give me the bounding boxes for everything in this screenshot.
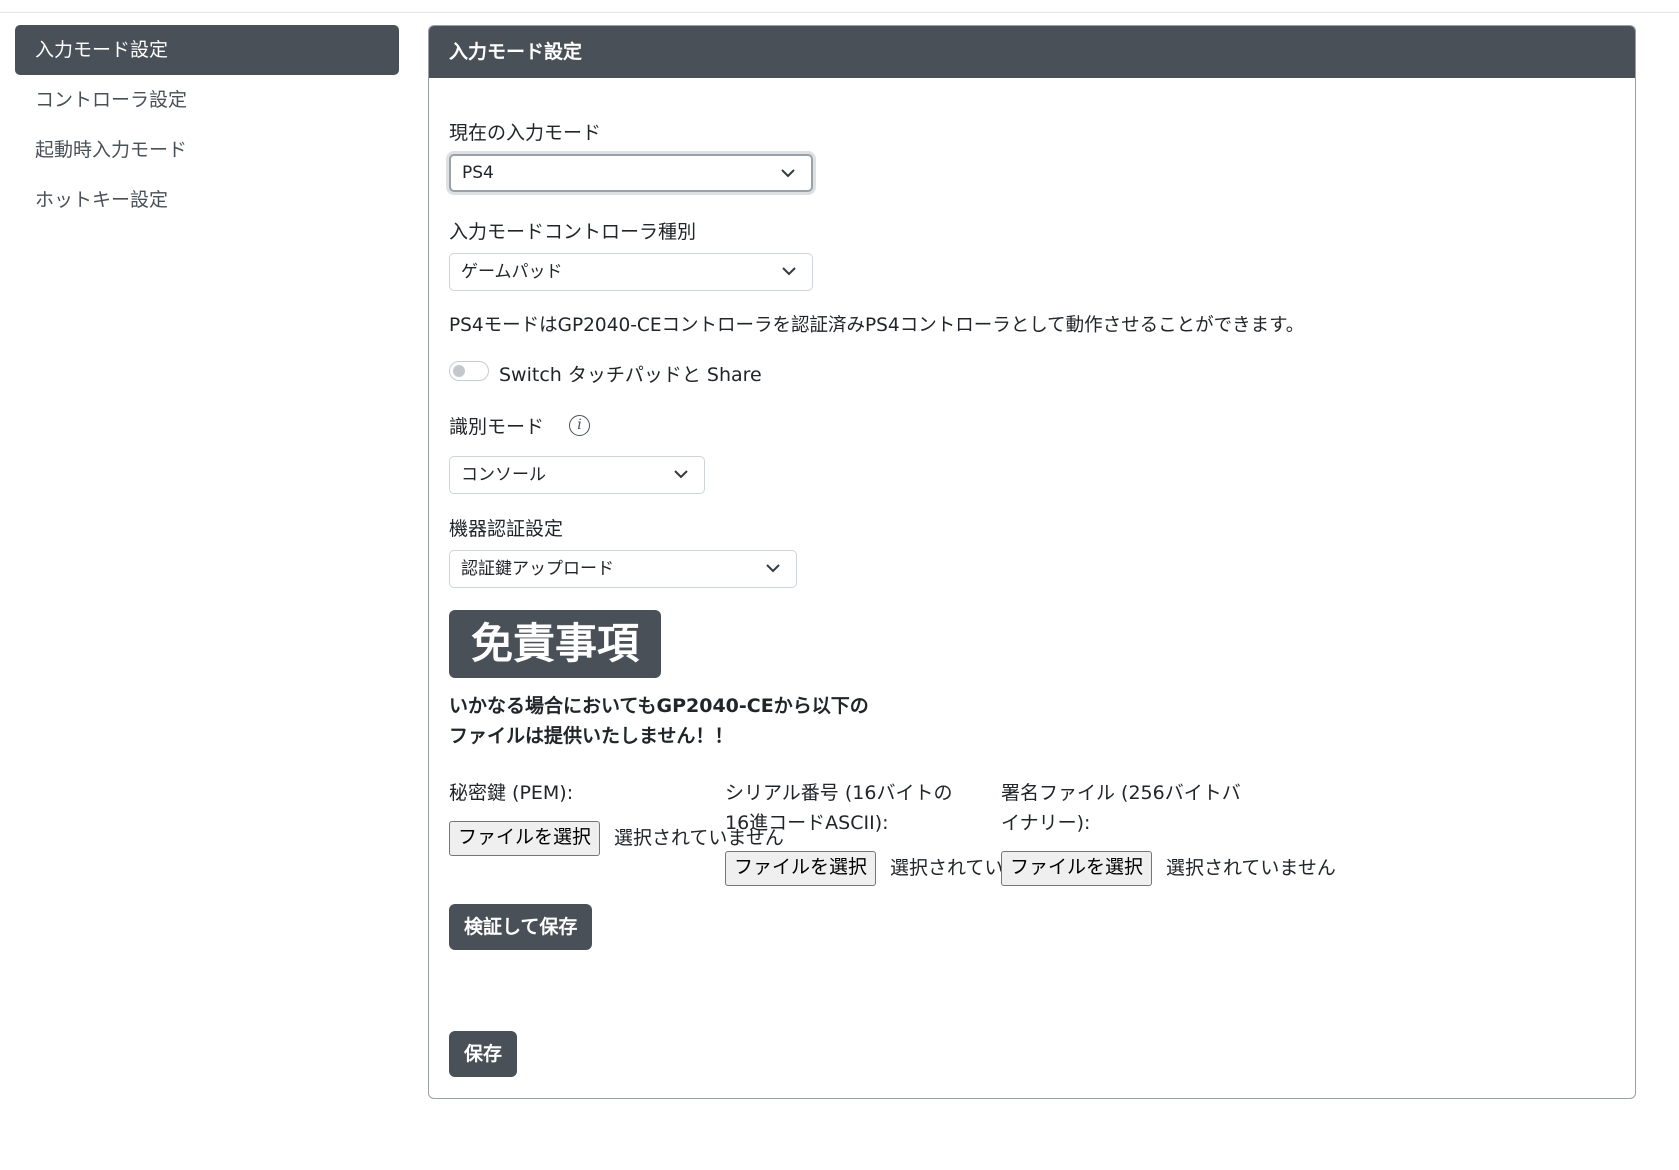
chevron-down-icon [782,267,796,276]
auth-select[interactable]: 認証鍵アップロード [449,550,797,588]
current-mode-value: PS4 [462,163,494,183]
switch-touchpad-label: Switch タッチパッドと Share [499,364,762,386]
signature-label-2: イナリー): [1001,812,1091,834]
chevron-down-icon [674,470,688,479]
serial-number-file-status: 選択されてい [890,857,1004,879]
sidebar-item-controller[interactable]: コントローラ設定 [15,75,399,125]
signature-file-status: 選択されていません [1166,857,1336,879]
mode-description: PS4モードはGP2040-CEコントローラを認証済みPS4コントローラとして動… [449,315,1305,336]
card-title: 入力モード設定 [429,26,1635,78]
save-button[interactable]: 保存 [449,1031,518,1077]
switch-touchpad-toggle[interactable] [449,361,489,381]
private-key-label: 秘密鍵 (PEM): [449,782,574,804]
id-mode-value: コンソール [461,465,546,485]
sidebar-item-input-mode[interactable]: 入力モード設定 [15,25,399,75]
serial-number-file-button[interactable]: ファイルを選択 [725,851,877,886]
sidebar-item-boot-mode[interactable]: 起動時入力モード [15,125,399,175]
id-mode-label: 識別モード [449,416,545,438]
controller-type-value: ゲームパッド [461,262,563,282]
disclaimer-line-1: いかなる場合においてもGP2040-CEから以下の [449,695,869,717]
settings-card: 入力モード設定 現在の入力モード PS4 入力モードコントローラ種別 ゲームパッ… [428,25,1636,1099]
current-mode-label: 現在の入力モード [449,122,602,144]
info-icon[interactable]: i [569,415,590,436]
toggle-knob [453,365,465,377]
top-divider [0,12,1679,13]
private-key-file-button[interactable]: ファイルを選択 [449,821,601,856]
signature-file-button[interactable]: ファイルを選択 [1001,851,1153,886]
signature-label: 署名ファイル (256バイトバ [1001,782,1241,804]
auth-value: 認証鍵アップロード [461,559,614,579]
controller-type-select[interactable]: ゲームパッド [449,253,813,291]
chevron-down-icon [781,169,795,178]
disclaimer-badge: 免責事項 [449,610,661,678]
serial-number-label: シリアル番号 (16バイトの [725,782,953,804]
controller-type-label: 入力モードコントローラ種別 [449,221,697,243]
chevron-down-icon [766,564,780,573]
sidebar-nav: 入力モード設定 コントローラ設定 起動時入力モード ホットキー設定 [15,25,399,225]
auth-label: 機器認証設定 [449,518,564,540]
current-mode-select[interactable]: PS4 [449,154,813,192]
id-mode-select[interactable]: コンソール [449,456,705,494]
serial-number-label-2: 16進コードASCII): [725,812,889,834]
disclaimer-line-2: ファイルは提供いたしません！！ [449,725,734,747]
verify-save-button[interactable]: 検証して保存 [449,904,593,950]
sidebar-item-hotkey[interactable]: ホットキー設定 [15,175,399,225]
